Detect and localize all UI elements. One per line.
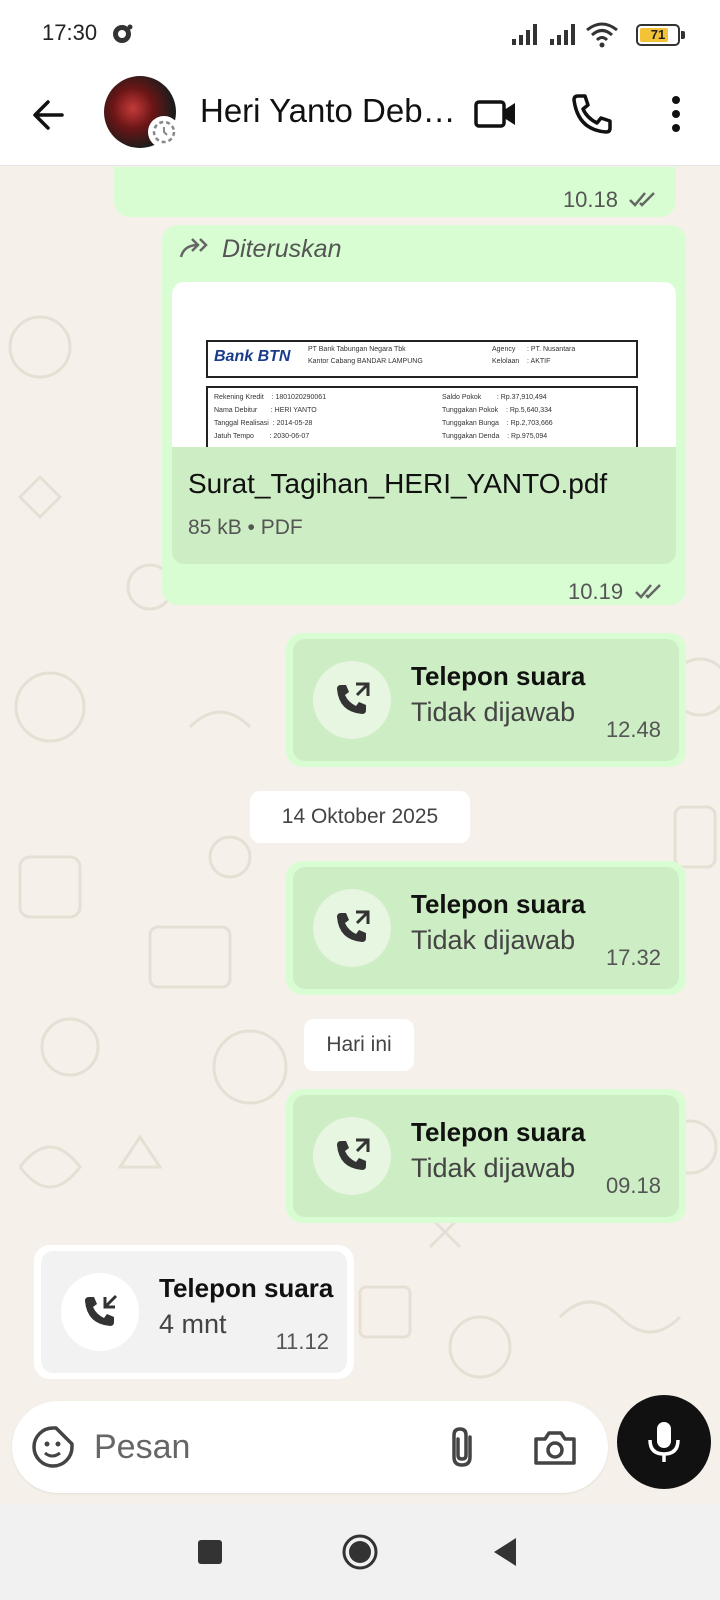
call-title: Telepon suara — [411, 889, 586, 919]
call-duration: 4 mnt — [159, 1309, 227, 1339]
message-input[interactable] — [94, 1421, 414, 1473]
back-arrow-icon[interactable] — [26, 92, 72, 138]
date-divider: 14 Oktober 2025 — [250, 791, 470, 843]
status-time: 17:30 — [42, 20, 98, 45]
status-bar: 17:30 71 — [0, 0, 720, 68]
contact-name[interactable]: Heri Yanto Deb… — [200, 92, 456, 130]
preview-header-right: Agency : PT. Nusantara — [492, 346, 576, 353]
back-nav-icon[interactable] — [486, 1532, 526, 1572]
bank-logo: Bank BTN — [214, 348, 291, 365]
read-ticks-icon — [629, 192, 655, 207]
battery-level: 71 — [650, 27, 666, 42]
chat-header: Heri Yanto Deb… — [0, 68, 720, 166]
preview-row: Tunggakan Pokok : Rp.5,640,334 — [442, 407, 552, 414]
home-icon[interactable] — [340, 1532, 380, 1572]
call-card[interactable]: Telepon suara Tidak dijawab 12.48 — [293, 639, 679, 761]
message-bubble[interactable]: 10.18 — [114, 167, 676, 217]
sticker-icon[interactable] — [30, 1424, 76, 1470]
message-input-container[interactable] — [12, 1401, 608, 1493]
preview-row: Rekening Kredit : 1801020290061 — [214, 394, 327, 401]
file-name: Surat_Tagihan_HERI_YANTO.pdf — [188, 468, 608, 499]
call-title: Telepon suara — [411, 1117, 586, 1147]
preview-row: Tunggakan Denda : Rp.975,094 — [442, 433, 548, 440]
preview-row: Tunggakan Bunga : Rp.2,703,666 — [442, 420, 553, 427]
call-card[interactable]: Telepon suara Tidak dijawab 17.32 — [293, 867, 679, 989]
message-time: 11.12 — [275, 1329, 329, 1354]
message-time: 09.18 — [605, 1173, 661, 1198]
signal-icon — [550, 24, 575, 45]
call-status: Tidak dijawab — [411, 697, 576, 727]
camera-icon[interactable] — [530, 1423, 580, 1471]
voice-call-icon[interactable] — [566, 88, 618, 140]
composer — [0, 1395, 720, 1504]
outgoing-call-icon — [313, 889, 391, 967]
call-card[interactable]: Telepon suara Tidak dijawab 09.18 — [293, 1095, 679, 1217]
system-nav-bar — [0, 1504, 720, 1600]
mic-icon — [648, 1422, 680, 1462]
call-status: Tidak dijawab — [411, 925, 576, 955]
recents-icon[interactable] — [190, 1532, 230, 1572]
status-ring-icon — [148, 116, 180, 148]
incoming-call-icon — [61, 1273, 139, 1351]
more-vert-icon[interactable] — [650, 88, 702, 140]
preview-row: Saldo Pokok : Rp.37,910,494 — [442, 394, 547, 401]
preview-row: Tanggal Realisasi : 2014-05-28 — [214, 420, 313, 427]
read-ticks-icon — [635, 584, 661, 599]
call-title: Telepon suara — [411, 661, 586, 691]
preview-header-line: PT Bank Tabungan Negara Tbk — [308, 346, 406, 353]
file-info: 85 kB • PDF — [188, 516, 303, 539]
message-time: 12.48 — [605, 717, 661, 742]
call-card[interactable]: Telepon suara 4 mnt 11.12 — [41, 1251, 347, 1373]
forward-icon — [179, 238, 208, 258]
voice-record-button[interactable] — [617, 1395, 711, 1489]
call-title: Telepon suara — [159, 1273, 334, 1303]
attach-icon[interactable] — [440, 1423, 488, 1471]
pdf-attachment[interactable]: Bank BTN PT Bank Tabungan Negara Tbk Kan… — [172, 282, 676, 564]
call-status: Tidak dijawab — [411, 1153, 576, 1183]
battery-icon: 71 — [636, 24, 685, 46]
preview-header-line: Kantor Cabang BANDAR LAMPUNG — [308, 358, 423, 365]
preview-row: Nama Debitur : HERI YANTO — [214, 407, 317, 414]
date-divider: Hari ini — [304, 1019, 414, 1071]
message-time: 17.32 — [605, 945, 661, 970]
dnd-icon — [113, 24, 133, 43]
pdf-preview: Bank BTN PT Bank Tabungan Negara Tbk Kan… — [172, 282, 676, 447]
video-call-icon[interactable] — [470, 88, 522, 140]
signal-icon — [512, 24, 537, 45]
outgoing-call-icon — [313, 1117, 391, 1195]
forwarded-label: Diteruskan — [222, 235, 342, 263]
chat-messages[interactable]: 10.18 Diteruskan Bank BTN PT Bank Tabung… — [0, 167, 720, 1401]
message-time: 10.18 — [562, 187, 618, 212]
wifi-icon — [586, 22, 618, 48]
message-time: 10.19 — [568, 579, 624, 604]
preview-row: Jatuh Tempo : 2030-06-07 — [214, 433, 310, 440]
preview-header-right: Kelolaan : AKTIF — [492, 358, 551, 365]
outgoing-call-icon — [313, 661, 391, 739]
